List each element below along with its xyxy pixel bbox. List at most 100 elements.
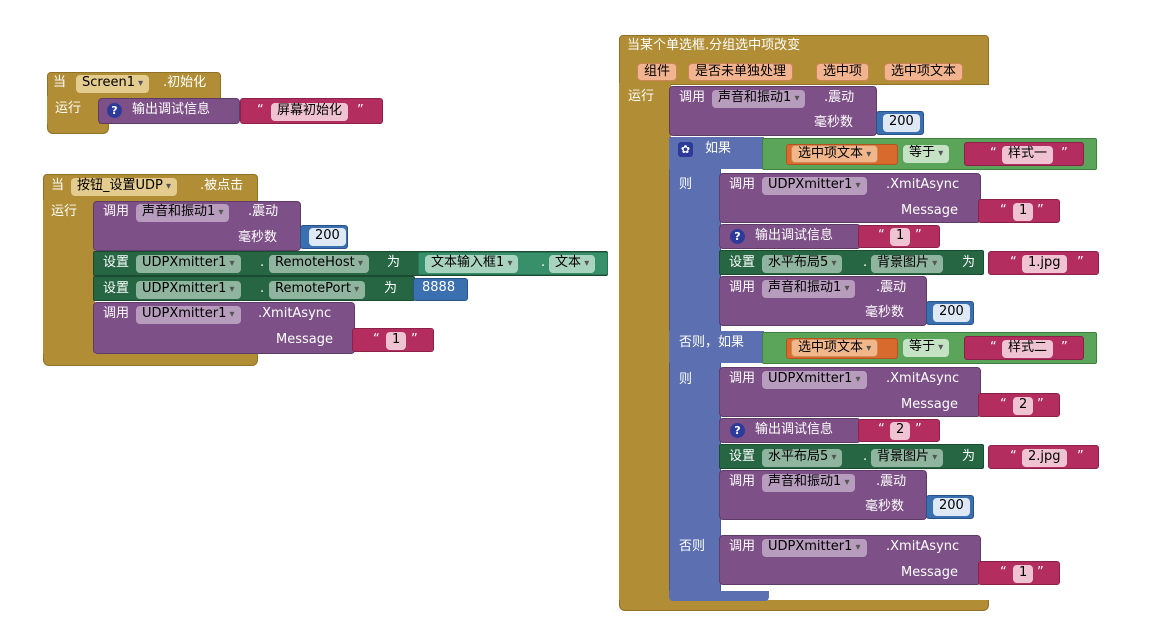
style1-value[interactable]: 样式一 xyxy=(1002,146,1054,164)
ms-label: 毫秒数 xyxy=(865,499,905,514)
bg-property-dropdown[interactable]: 背景图片 xyxy=(871,255,944,273)
ms-label: 毫秒数 xyxy=(814,115,854,130)
sound-component-dropdown[interactable]: 声音和振动1 xyxy=(712,90,806,108)
radio-event-label: 当某个单选框.分组选中项改变 xyxy=(627,38,801,53)
message-value[interactable]: 1 xyxy=(1013,203,1034,221)
ms-value[interactable]: 200 xyxy=(309,228,346,246)
to-label: 为 xyxy=(962,449,976,464)
udp-component-dropdown[interactable]: UDPXmitter1 xyxy=(136,306,241,324)
close-quote: ” xyxy=(1061,146,1068,161)
sound-component-dropdown[interactable]: 声音和振动1 xyxy=(136,204,230,222)
port-value[interactable]: 8888 xyxy=(420,280,458,298)
set-bg-image-block[interactable] xyxy=(719,444,984,469)
screen-component-dropdown[interactable]: Screen1 xyxy=(76,75,150,93)
remotehost-property-dropdown[interactable]: RemoteHost xyxy=(269,255,369,273)
call-label: 调用 xyxy=(729,539,756,554)
dot-label: . xyxy=(863,449,868,464)
layout-component-dropdown[interactable]: 水平布局5 xyxy=(762,255,843,273)
ms-label: 毫秒数 xyxy=(865,305,905,320)
open-quote: “ xyxy=(990,340,997,355)
bg-property-dropdown[interactable]: 背景图片 xyxy=(871,449,944,467)
help-icon[interactable]: ? xyxy=(730,229,745,244)
debug-label: 输出调试信息 xyxy=(755,422,834,437)
do-label: 运行 xyxy=(55,101,82,116)
open-quote: “ xyxy=(373,332,380,347)
call-label: 调用 xyxy=(679,90,706,105)
help-icon[interactable]: ? xyxy=(730,423,745,438)
close-quote: ” xyxy=(1077,255,1084,270)
init-event-label: .初始化 xyxy=(163,75,207,90)
ms-value[interactable]: 200 xyxy=(883,114,920,132)
message-value[interactable]: 1 xyxy=(386,332,407,350)
ms-value[interactable]: 200 xyxy=(933,304,970,322)
gear-icon[interactable]: ✿ xyxy=(678,142,693,157)
call-label: 调用 xyxy=(103,204,130,219)
textbox-property-dropdown[interactable]: 文本 xyxy=(549,255,596,273)
vibrate-label: .震动 xyxy=(876,474,907,489)
debug-label: 输出调试信息 xyxy=(755,228,834,243)
dot-label: . xyxy=(541,255,546,270)
param-component[interactable]: 组件 xyxy=(637,63,678,81)
message-value[interactable]: 1 xyxy=(1013,565,1034,583)
udp-component-dropdown[interactable]: UDPXmitter1 xyxy=(762,539,867,557)
xmit-label: .XmitAsync xyxy=(886,371,960,386)
close-quote: ” xyxy=(1037,565,1044,580)
debug-text-value[interactable]: 屏幕初始化 xyxy=(271,103,349,121)
ms-value[interactable]: 200 xyxy=(933,498,970,516)
set-label: 设置 xyxy=(103,255,130,270)
remoteport-property-dropdown[interactable]: RemotePort xyxy=(269,281,366,299)
button-component-dropdown[interactable]: 按钮_设置UDP xyxy=(71,178,178,196)
open-quote: “ xyxy=(878,228,885,243)
selected-text-dropdown[interactable]: 选中项文本 xyxy=(791,145,879,163)
udp-component-dropdown[interactable]: UDPXmitter1 xyxy=(762,371,867,389)
dot-label: . xyxy=(260,281,265,296)
close-quote: ” xyxy=(411,332,418,347)
selected-text-dropdown[interactable]: 选中项文本 xyxy=(791,339,879,357)
call-label: 调用 xyxy=(729,280,756,295)
debug-value[interactable]: 2 xyxy=(890,422,911,440)
image-value[interactable]: 2.jpg xyxy=(1022,449,1067,467)
open-quote: “ xyxy=(1010,255,1017,270)
open-quote: “ xyxy=(1010,449,1017,464)
textbox-component-dropdown[interactable]: 文本输入框1 xyxy=(425,255,519,273)
when-label: 当 xyxy=(51,178,65,193)
udp-component-dropdown[interactable]: UDPXmitter1 xyxy=(136,281,241,299)
help-icon[interactable]: ? xyxy=(107,103,122,118)
param-not-handled[interactable]: 是否未单独处理 xyxy=(688,63,794,81)
message-value[interactable]: 2 xyxy=(1013,397,1034,415)
udp-component-dropdown[interactable]: UDPXmitter1 xyxy=(762,177,867,195)
dot-label: . xyxy=(260,255,265,270)
open-quote: “ xyxy=(1000,397,1007,412)
to-label: 为 xyxy=(962,255,976,270)
set-label: 设置 xyxy=(729,449,756,464)
set-bg-image-block[interactable] xyxy=(719,250,984,275)
message-label: Message xyxy=(901,397,958,412)
equals-dropdown[interactable]: 等于 xyxy=(903,339,950,357)
dot-label: . xyxy=(863,255,868,270)
image-value[interactable]: 1.jpg xyxy=(1022,255,1067,273)
open-quote: “ xyxy=(990,146,997,161)
set-label: 设置 xyxy=(729,255,756,270)
param-selected-text[interactable]: 选中项文本 xyxy=(884,63,964,81)
debug-value[interactable]: 1 xyxy=(890,228,911,246)
do-label: 运行 xyxy=(628,89,655,104)
sound-component-dropdown[interactable]: 声音和振动1 xyxy=(762,280,856,298)
call-label: 调用 xyxy=(729,371,756,386)
message-label: Message xyxy=(901,565,958,580)
sound-component-dropdown[interactable]: 声音和振动1 xyxy=(762,474,856,492)
layout-component-dropdown[interactable]: 水平布局5 xyxy=(762,449,843,467)
param-selected[interactable]: 选中项 xyxy=(816,63,870,81)
if-else-block[interactable] xyxy=(669,137,721,599)
equals-dropdown[interactable]: 等于 xyxy=(903,145,950,163)
vibrate-label: .震动 xyxy=(248,204,279,219)
xmit-label: .XmitAsync xyxy=(886,539,960,554)
close-quote: ” xyxy=(1061,340,1068,355)
to-label: 为 xyxy=(384,281,398,296)
udp-component-dropdown[interactable]: UDPXmitter1 xyxy=(136,255,241,273)
set-label: 设置 xyxy=(103,281,130,296)
else-label: 否则 xyxy=(679,539,706,554)
then-label: 则 xyxy=(679,372,693,387)
open-quote: “ xyxy=(878,422,885,437)
xmit-label: .XmitAsync xyxy=(258,306,332,321)
style2-value[interactable]: 样式二 xyxy=(1002,340,1054,358)
